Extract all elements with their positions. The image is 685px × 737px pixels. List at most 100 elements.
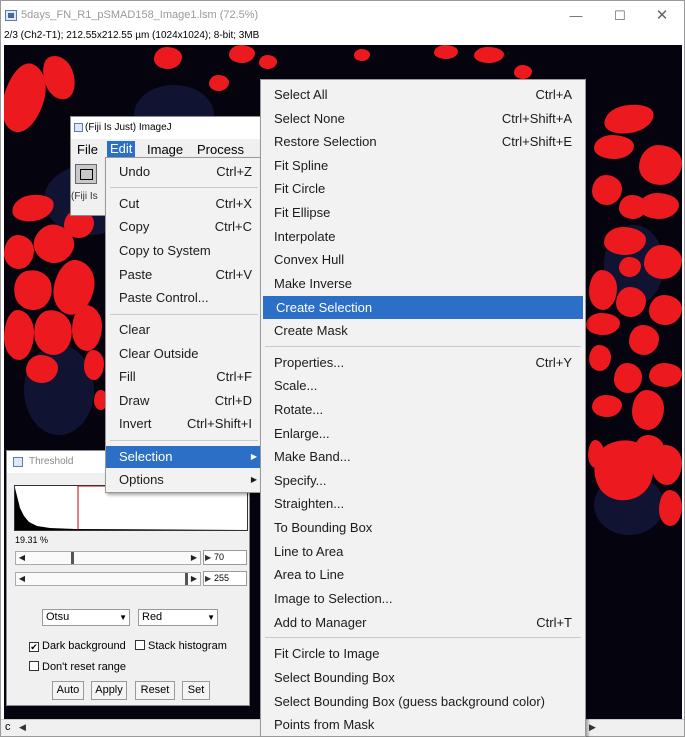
menu-item-area-to-line[interactable]: Area to Line: [261, 563, 585, 586]
max-slider-thumb[interactable]: [185, 573, 188, 585]
apply-button[interactable]: Apply: [91, 681, 127, 700]
menu-item-label: Clear Outside: [119, 346, 199, 361]
menu-item-fill[interactable]: Fill Ctrl+F: [106, 366, 262, 388]
menu-item-label: Create Mask: [274, 323, 348, 338]
menu-item-select-bounding-box-guess[interactable]: Select Bounding Box (guess background co…: [261, 690, 585, 713]
menu-item-rotate[interactable]: Rotate...: [261, 398, 585, 421]
menu-item-select-none[interactable]: Select None Ctrl+Shift+A: [261, 107, 585, 130]
min-threshold-field[interactable]: ▶ 70: [203, 550, 247, 565]
rectangle-tool-icon[interactable]: [75, 164, 97, 184]
menu-item-add-to-manager[interactable]: Add to Manager Ctrl+T: [261, 611, 585, 634]
menu-item-interpolate[interactable]: Interpolate: [261, 225, 585, 248]
menu-edit[interactable]: Edit: [107, 141, 136, 158]
nucleus: [594, 135, 634, 159]
menu-item-image-to-selection[interactable]: Image to Selection...: [261, 587, 585, 610]
menu-item-properties[interactable]: Properties... Ctrl+Y: [261, 351, 585, 374]
maximize-button[interactable]: ☐: [603, 5, 637, 27]
menu-file[interactable]: File: [77, 142, 98, 157]
menu-image[interactable]: Image: [147, 142, 183, 157]
menu-item-invert[interactable]: Invert Ctrl+Shift+I: [106, 413, 262, 435]
menu-item-label: Specify...: [274, 473, 327, 488]
menu-item-shortcut: Ctrl+X: [215, 196, 252, 211]
menu-item-fit-circle[interactable]: Fit Circle: [261, 177, 585, 200]
menu-item-selection[interactable]: Selection ▶: [106, 446, 262, 468]
menu-item-fit-spline[interactable]: Fit Spline: [261, 154, 585, 177]
menu-item-select-bounding-box[interactable]: Select Bounding Box: [261, 666, 585, 689]
imagej-titlebar[interactable]: (Fiji Is Just) ImageJ: [71, 117, 269, 139]
menu-item-copy-to-system[interactable]: Copy to System: [106, 240, 262, 262]
nucleus: [616, 287, 646, 317]
slider-right-arrow-icon[interactable]: ▶: [189, 573, 199, 585]
menu-item-label: Paste: [119, 267, 153, 282]
image-window-titlebar[interactable]: 5days_FN_R1_pSMAD158_Image1.lsm (72.5%) …: [1, 1, 684, 31]
imagej-status: (Fiji Is: [71, 191, 98, 202]
menu-item-shortcut: Ctrl+Y: [535, 355, 572, 370]
stack-histogram-checkbox[interactable]: Stack histogram: [135, 640, 227, 652]
menu-item-clear[interactable]: Clear: [106, 319, 262, 341]
menu-item-label: Invert: [119, 416, 152, 431]
menu-item-specify[interactable]: Specify...: [261, 469, 585, 492]
menu-item-points-from-mask[interactable]: Points from Mask: [261, 713, 585, 736]
set-button[interactable]: Set: [182, 681, 210, 700]
menu-item-undo[interactable]: Undo Ctrl+Z: [106, 161, 262, 183]
menu-item-restore-selection[interactable]: Restore Selection Ctrl+Shift+E: [261, 130, 585, 153]
auto-button[interactable]: Auto: [52, 681, 84, 700]
min-slider-thumb[interactable]: [71, 552, 74, 564]
nucleus: [209, 75, 229, 91]
menu-item-to-bounding-box[interactable]: To Bounding Box: [261, 516, 585, 539]
menu-separator: [110, 440, 258, 441]
min-threshold-value: 70: [214, 552, 225, 562]
menu-item-convex-hull[interactable]: Convex Hull: [261, 248, 585, 271]
max-threshold-slider[interactable]: ◀ ▶: [15, 572, 201, 586]
menu-item-paste[interactable]: Paste Ctrl+V: [106, 264, 262, 286]
menu-item-line-to-area[interactable]: Line to Area: [261, 540, 585, 563]
reset-button[interactable]: Reset: [135, 681, 175, 700]
menu-item-label: Fit Spline: [274, 158, 329, 173]
menu-item-copy[interactable]: Copy Ctrl+C: [106, 216, 262, 238]
min-threshold-slider[interactable]: ◀ ▶: [15, 551, 201, 565]
menu-item-make-inverse[interactable]: Make Inverse: [261, 272, 585, 295]
menu-item-label: Undo: [119, 164, 151, 179]
slider-left-arrow-icon[interactable]: ◀: [17, 573, 27, 585]
menu-item-label: Rotate...: [274, 402, 324, 417]
menu-item-label: Restore Selection: [274, 134, 377, 149]
menu-item-cut[interactable]: Cut Ctrl+X: [106, 193, 262, 215]
nucleus: [614, 363, 642, 393]
minimize-button[interactable]: —: [559, 5, 593, 27]
menu-item-shortcut: Ctrl+C: [214, 219, 252, 234]
menu-item-paste-control[interactable]: Paste Control...: [106, 287, 262, 309]
submenu-arrow-icon: ▶: [250, 475, 257, 484]
dont-reset-range-checkbox[interactable]: Don't reset range: [29, 661, 126, 673]
scroll-right-arrow-icon[interactable]: ▶: [589, 722, 596, 733]
menu-separator: [110, 187, 258, 188]
menu-item-select-all[interactable]: Select All Ctrl+A: [261, 83, 585, 106]
menu-item-make-band[interactable]: Make Band...: [261, 445, 585, 468]
menu-item-fit-ellipse[interactable]: Fit Ellipse: [261, 201, 585, 224]
menu-item-label: Image to Selection...: [274, 591, 393, 606]
menu-item-create-mask[interactable]: Create Mask: [261, 319, 585, 342]
menu-process[interactable]: Process: [197, 142, 244, 157]
menu-item-draw[interactable]: Draw Ctrl+D: [106, 390, 262, 412]
max-threshold-field[interactable]: ▶ 255: [203, 571, 247, 586]
nucleus: [154, 47, 182, 69]
menu-item-shortcut: Ctrl+F: [216, 369, 252, 384]
dark-background-checkbox[interactable]: ✔ Dark background: [29, 640, 126, 652]
menu-item-label: Convex Hull: [274, 252, 345, 267]
menu-item-clear-outside[interactable]: Clear Outside: [106, 343, 262, 365]
menu-item-scale[interactable]: Scale...: [261, 374, 585, 397]
image-window-icon: [5, 10, 17, 21]
nucleus: [652, 445, 682, 485]
menu-item-label: Make Band...: [274, 449, 351, 464]
menu-item-options[interactable]: Options ▶: [106, 469, 262, 491]
scroll-left-arrow-icon[interactable]: ◀: [19, 722, 26, 733]
close-button[interactable]: ✕: [645, 5, 679, 27]
method-select[interactable]: Otsu ▼: [42, 609, 130, 626]
menu-item-enlarge[interactable]: Enlarge...: [261, 422, 585, 445]
display-select[interactable]: Red ▼: [138, 609, 218, 626]
slider-right-arrow-icon[interactable]: ▶: [189, 552, 199, 564]
menu-item-shortcut: Ctrl+Shift+I: [186, 416, 252, 431]
menu-item-create-selection[interactable]: Create Selection: [263, 296, 583, 319]
menu-item-straighten[interactable]: Straighten...: [261, 492, 585, 515]
slider-left-arrow-icon[interactable]: ◀: [17, 552, 27, 564]
menu-item-fit-circle-to-image[interactable]: Fit Circle to Image: [261, 642, 585, 665]
